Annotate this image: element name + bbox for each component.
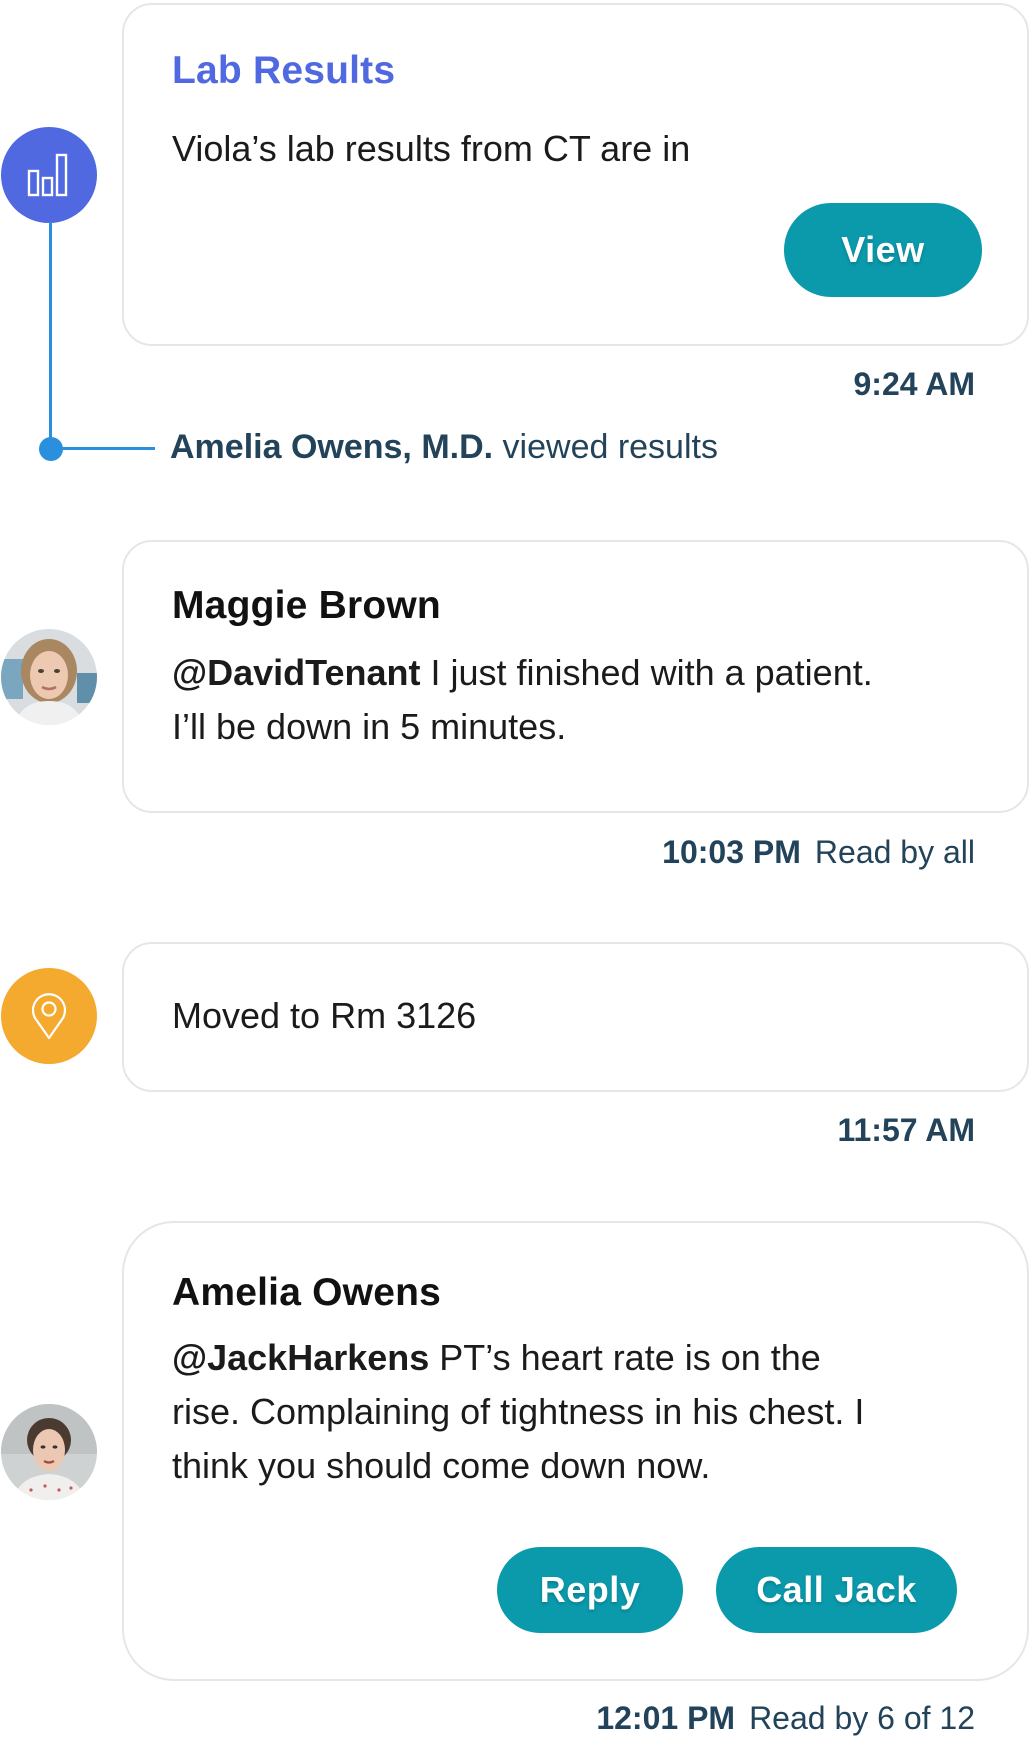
lab-results-title: Lab Results <box>172 49 396 92</box>
reply-button[interactable]: Reply <box>497 1547 683 1633</box>
location-update-card: Moved to Rm 3126 <box>122 942 1029 1092</box>
location-event-icon <box>1 968 97 1064</box>
mention-jack-harkens[interactable]: @JackHarkens <box>172 1337 429 1378</box>
timestamp: 10:03 PM <box>662 834 801 870</box>
message-card-maggie-brown: Maggie Brown @DavidTenant I just finishe… <box>122 540 1029 813</box>
location-pin-icon <box>31 993 67 1040</box>
read-status: Read by all <box>814 834 975 870</box>
call-jack-button[interactable]: Call Jack <box>716 1547 957 1633</box>
timeline-connector-vertical <box>49 222 52 448</box>
bar-chart-icon <box>27 153 68 197</box>
message-card-amelia-owens: Amelia Owens @JackHarkens PT’s heart rat… <box>122 1221 1029 1681</box>
avatar-maggie-brown[interactable] <box>1 629 97 725</box>
lab-results-timestamp: 9:24 AM <box>853 366 975 403</box>
message-text-line2: rise. Complaining of tightness in his ch… <box>172 1391 865 1432</box>
activity-action: viewed results <box>502 428 718 466</box>
location-update-timestamp: 11:57 AM <box>837 1112 975 1149</box>
message-meta-maggie-brown: 10:03 PM Read by all <box>662 834 975 871</box>
mention-david-tenant[interactable]: @DavidTenant <box>172 652 420 693</box>
timestamp: 12:01 PM <box>596 1700 736 1736</box>
location-update-text: Moved to Rm 3126 <box>172 995 477 1036</box>
avatar-amelia-owens[interactable] <box>1 1404 97 1500</box>
message-author: Amelia Owens <box>172 1271 442 1314</box>
message-body: @JackHarkens PT’s heart rate is on the r… <box>172 1331 987 1493</box>
message-text-line1: I just finished with a patient. <box>420 652 873 693</box>
timestamp: 9:24 AM <box>853 366 975 402</box>
read-status: Read by 6 of 12 <box>749 1700 975 1736</box>
view-results-button[interactable]: View <box>784 203 982 297</box>
lab-results-body: Viola’s lab results from CT are in <box>172 128 691 169</box>
avatar-photo-icon <box>1 629 97 725</box>
message-text-line2: I’ll be down in 5 minutes. <box>172 706 567 747</box>
avatar-photo-icon <box>1 1404 97 1500</box>
message-body: @DavidTenant I just finished with a pati… <box>172 646 987 754</box>
viewed-results-activity: Amelia Owens, M.D. viewed results <box>170 428 718 467</box>
activity-user[interactable]: Amelia Owens, M.D. <box>170 428 493 466</box>
message-author: Maggie Brown <box>172 584 441 627</box>
message-text-line3: think you should come down now. <box>172 1445 711 1486</box>
lab-results-event-icon <box>1 127 97 223</box>
timeline-connector-horizontal <box>51 447 155 450</box>
message-text-line1: PT’s heart rate is on the <box>429 1337 821 1378</box>
timestamp: 11:57 AM <box>837 1112 975 1148</box>
message-meta-amelia-owens: 12:01 PM Read by 6 of 12 <box>596 1700 975 1737</box>
lab-results-card: Lab Results Viola’s lab results from CT … <box>122 3 1029 346</box>
